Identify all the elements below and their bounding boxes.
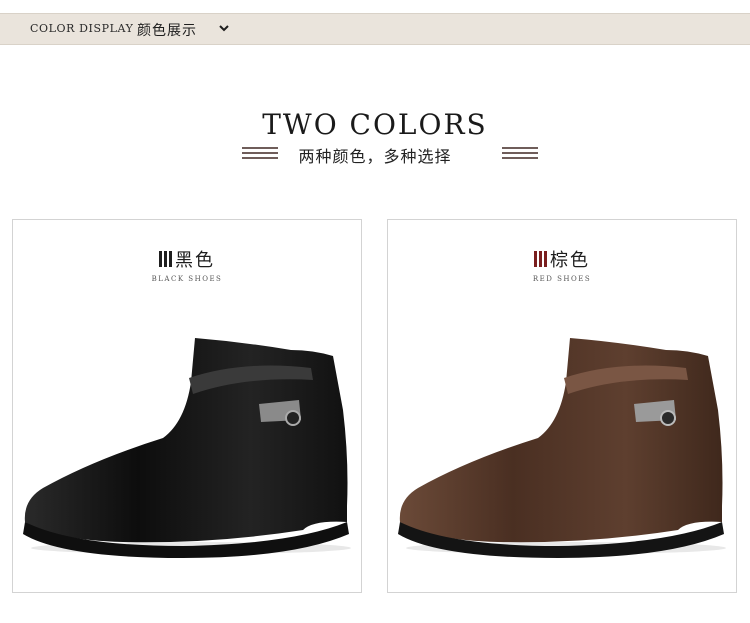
decorative-lines-right — [502, 147, 538, 159]
boot-image-black — [23, 338, 351, 558]
section-subtitle: 两种颜色，多种选择 — [298, 147, 452, 166]
color-name: 黑色 — [159, 246, 215, 272]
section-title: TWO COLORS — [262, 108, 488, 141]
bars-icon — [534, 251, 547, 267]
product-card-black[interactable]: 黑色 BLACK SHOES — [12, 219, 362, 593]
header-english-label: COLOR DISPLAY — [30, 22, 134, 35]
chevron-down-icon[interactable] — [218, 22, 230, 34]
header-bar: COLOR DISPLAY 颜色展示 — [0, 13, 750, 45]
color-name: 棕色 — [534, 246, 590, 272]
card-header: 棕色 RED SHOES — [388, 246, 736, 283]
color-caption: BLACK SHOES — [151, 275, 223, 283]
color-name-text: 棕色 — [550, 250, 590, 271]
card-header: 黑色 BLACK SHOES — [13, 246, 361, 283]
product-card-brown[interactable]: 棕色 RED SHOES — [387, 219, 737, 593]
boot-image-brown — [398, 338, 726, 558]
header-chinese-label[interactable]: 颜色展示 — [137, 20, 197, 40]
color-caption: RED SHOES — [532, 275, 592, 283]
color-name-text: 黑色 — [175, 250, 215, 271]
bars-icon — [159, 251, 172, 267]
